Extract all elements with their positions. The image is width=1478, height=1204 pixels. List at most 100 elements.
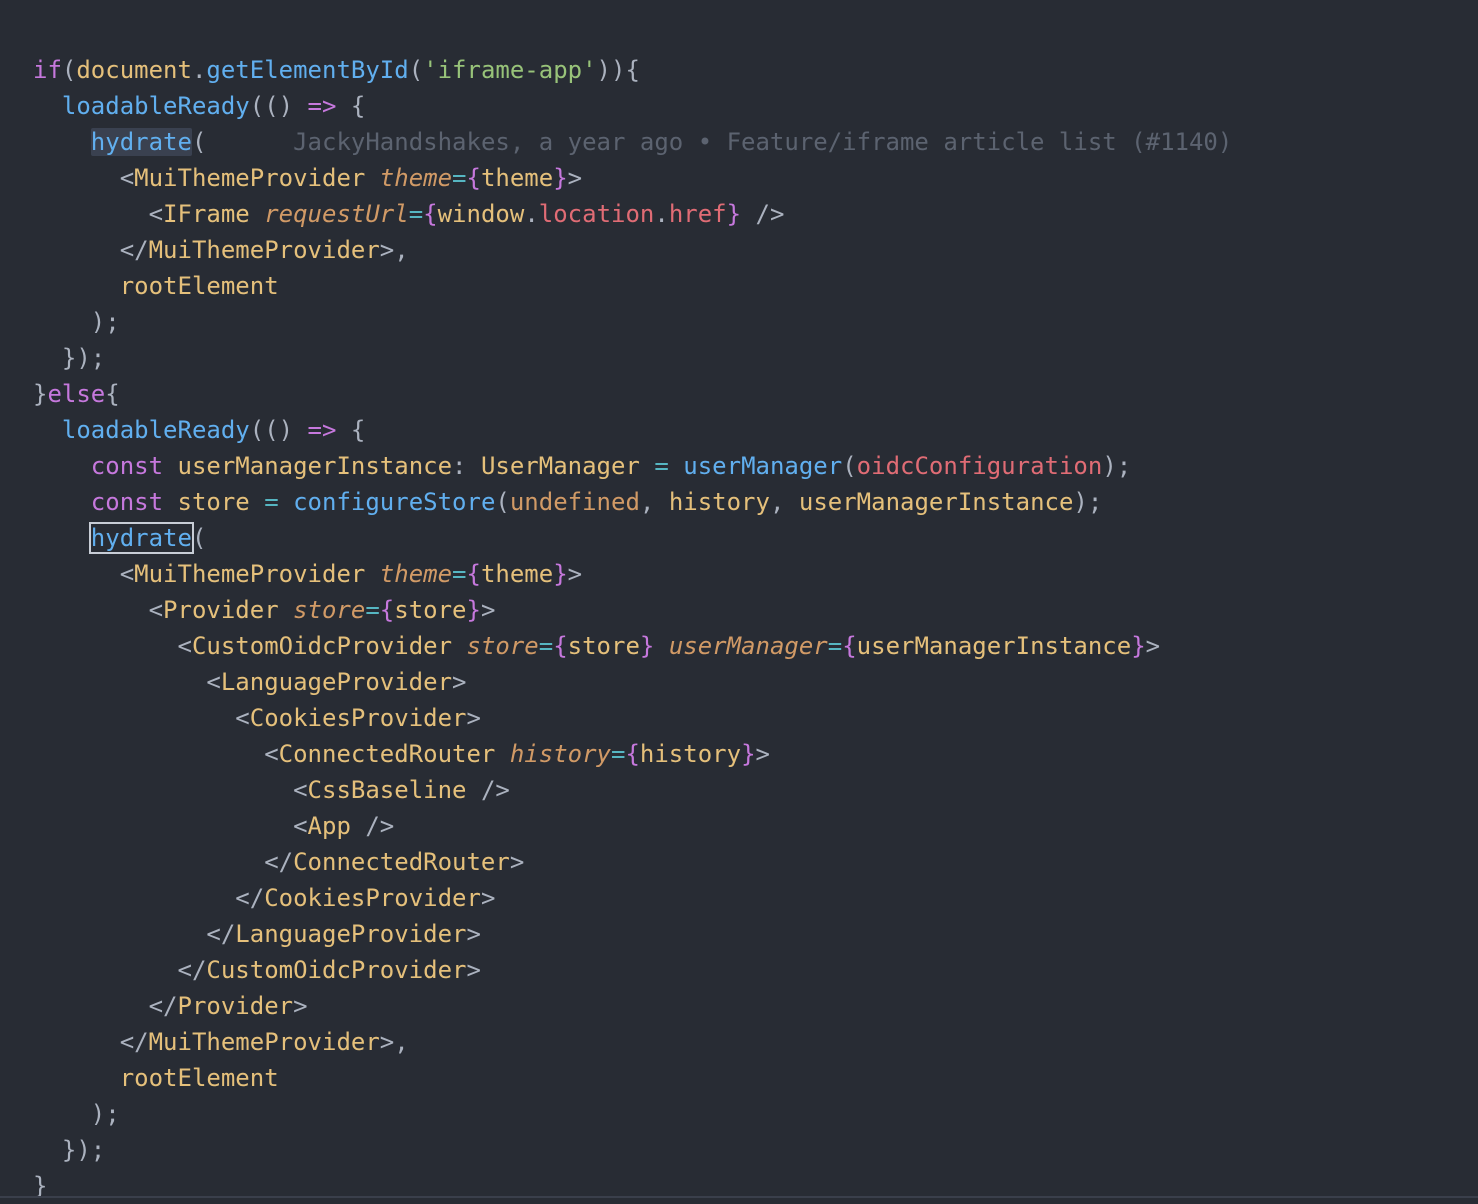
code-line[interactable]: <Provider store={store}> [33, 592, 1232, 628]
code-line[interactable]: ); [33, 1096, 1232, 1132]
code-line[interactable]: <ConnectedRouter history={history}> [33, 736, 1232, 772]
code-token: oidcConfiguration [856, 452, 1103, 480]
code-line[interactable]: <LanguageProvider> [33, 664, 1232, 700]
code-token: }); [61, 1136, 106, 1164]
code-token: = [538, 632, 554, 660]
code-token: < [235, 704, 250, 732]
code-token: </ [119, 1028, 149, 1056]
code-token: history [668, 488, 770, 516]
code-token: = [827, 632, 843, 660]
code-line[interactable]: loadableReady(() => { [33, 88, 1232, 124]
code-token: = [452, 164, 467, 192]
code-token: MuiThemeProvider [148, 236, 380, 264]
code-line[interactable]: const store = configureStore(undefined, … [33, 484, 1232, 520]
code-token: } [553, 164, 568, 192]
code-token: </ [264, 848, 294, 876]
code-line[interactable]: } [33, 1168, 1232, 1198]
code-token: < [148, 596, 164, 624]
code-line[interactable]: }); [33, 1132, 1232, 1168]
code-token: = [365, 596, 380, 624]
code-token: ); [1073, 488, 1103, 516]
code-line[interactable]: if(document.getElementById('iframe-app')… [33, 52, 1232, 88]
code-token: < [119, 164, 135, 192]
code-line[interactable]: }else{ [33, 376, 1232, 412]
code-token: ( [495, 488, 510, 516]
code-token: href [668, 200, 727, 228]
code-line[interactable]: loadableReady(() => { [33, 412, 1232, 448]
code-line[interactable]: rootElement [33, 268, 1232, 304]
code-token: IFrame [163, 200, 250, 228]
code-line[interactable]: </LanguageProvider> [33, 916, 1232, 952]
code-line[interactable]: <App /> [33, 808, 1232, 844]
code-line[interactable]: </CookiesProvider> [33, 880, 1232, 916]
code-token: } [466, 596, 481, 624]
code-line[interactable]: }); [33, 340, 1232, 376]
code-token: </ [177, 956, 207, 984]
code-line[interactable]: <IFrame requestUrl={window.location.href… [33, 196, 1232, 232]
code-token: } [1131, 632, 1146, 660]
code-token: theme [379, 164, 453, 192]
code-token: { [466, 560, 481, 588]
code-line[interactable]: <CookiesProvider> [33, 700, 1232, 736]
code-token: userManager [668, 632, 828, 660]
code-line[interactable]: ); [33, 304, 1232, 340]
code-token: history [509, 740, 611, 768]
code-token: < [293, 776, 308, 804]
code-line[interactable]: <MuiThemeProvider theme={theme}> [33, 556, 1232, 592]
code-token: > [480, 596, 496, 624]
code-line[interactable]: </Provider> [33, 988, 1232, 1024]
code-line[interactable]: <CssBaseline /> [33, 772, 1232, 808]
code-token: loadableReady [61, 416, 250, 444]
code-line[interactable]: </ConnectedRouter> [33, 844, 1232, 880]
code-line[interactable]: hydrate( JackyHandshakes, a year ago • F… [33, 124, 1232, 160]
code-line[interactable]: </MuiThemeProvider>, [33, 1024, 1232, 1060]
code-line[interactable]: <CustomOidcProvider store={store} userMa… [33, 628, 1232, 664]
code-area[interactable]: if(document.getElementById('iframe-app')… [33, 52, 1232, 1198]
code-token: = [611, 740, 626, 768]
code-token: ( [61, 56, 77, 84]
code-line[interactable]: <MuiThemeProvider theme={theme}> [33, 160, 1232, 196]
code-token: > [567, 560, 583, 588]
code-token: > [466, 956, 481, 984]
code-token: = [408, 200, 424, 228]
code-token: rootElement [119, 1064, 279, 1092]
code-token: MuiThemeProvider [134, 560, 366, 588]
code-token: , [769, 488, 799, 516]
code-token: : [452, 452, 481, 480]
code-line[interactable]: </CustomOidcProvider> [33, 952, 1232, 988]
code-token: theme [480, 164, 554, 192]
code-token: LanguageProvider [220, 668, 453, 696]
code-line[interactable]: rootElement [33, 1060, 1232, 1096]
code-token: < [206, 668, 221, 696]
code-token: configureStore [293, 488, 496, 516]
code-token: hydrate [88, 522, 194, 554]
code-token: , [639, 488, 669, 516]
git-blame-annotation: JackyHandshakes, a year ago • Feature/if… [293, 128, 1233, 156]
code-token: userManagerInstance [177, 452, 453, 480]
code-line[interactable]: const userManagerInstance: UserManager =… [33, 448, 1232, 484]
code-editor[interactable]: if(document.getElementById('iframe-app')… [0, 0, 1478, 1198]
code-line[interactable]: </MuiThemeProvider>, [33, 232, 1232, 268]
code-line[interactable]: hydrate( [33, 520, 1232, 556]
code-token: > [567, 164, 583, 192]
code-token: </ [206, 920, 236, 948]
code-token: </ [119, 236, 149, 264]
